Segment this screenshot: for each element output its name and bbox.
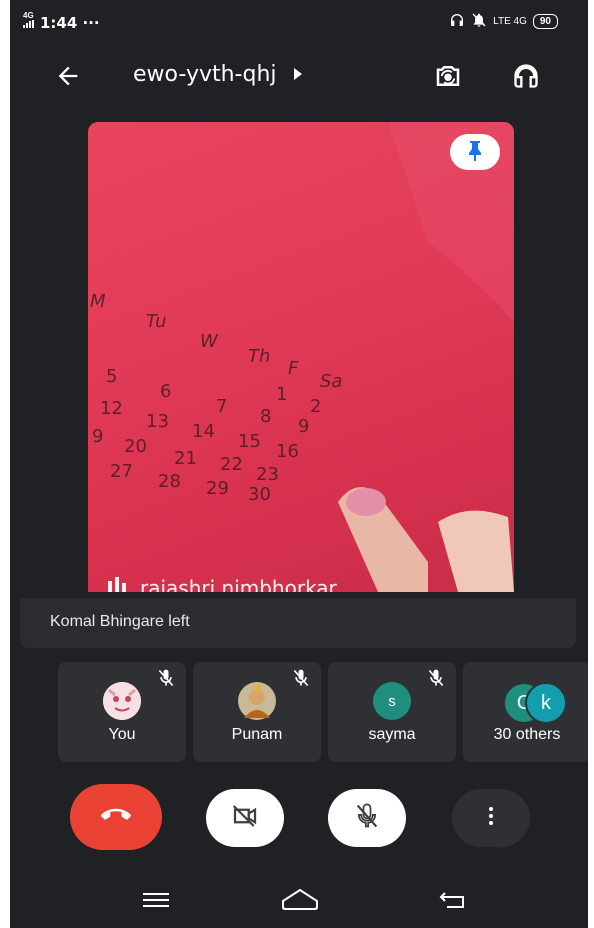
svg-text:W: W xyxy=(200,331,219,352)
camera-toggle-button[interactable] xyxy=(206,789,284,847)
svg-text:6: 6 xyxy=(160,381,171,402)
svg-text:12: 12 xyxy=(100,398,123,419)
participant-tile-you[interactable]: You xyxy=(58,662,186,762)
notifications-off-icon xyxy=(471,12,487,31)
mic-off-icon xyxy=(353,802,381,835)
headphones-status-icon xyxy=(449,12,465,31)
switch-camera-icon[interactable] xyxy=(428,56,468,96)
participant-name: rajashri nimbhorkar xyxy=(140,576,337,592)
svg-text:23: 23 xyxy=(256,464,279,485)
end-call-button[interactable] xyxy=(70,784,162,850)
svg-text:Sa: Sa xyxy=(320,371,342,392)
svg-text:20: 20 xyxy=(124,436,147,457)
svg-text:21: 21 xyxy=(174,448,197,469)
participant-label: 30 others xyxy=(493,726,561,743)
audio-level-icon xyxy=(108,576,126,592)
status-bar: 4G 1:44 ··· LTE 4G 90 xyxy=(10,0,588,46)
svg-text:1: 1 xyxy=(276,384,287,405)
headphones-icon[interactable] xyxy=(506,56,546,96)
svg-text:8: 8 xyxy=(260,406,271,427)
svg-text:15: 15 xyxy=(238,431,261,452)
mic-off-icon xyxy=(426,668,446,693)
pin-button[interactable] xyxy=(450,134,500,170)
participant-strip: You Punam s sayma C k 30 others xyxy=(58,662,588,762)
toast-message: Komal Bhingare left xyxy=(50,613,190,630)
chevron-right-icon xyxy=(292,62,304,87)
main-video-feed[interactable]: M Tu W Th F Sa 5 6 7 8 1 2 12 13 14 15 1… xyxy=(88,122,514,592)
battery-indicator: 90 xyxy=(532,14,558,29)
mic-off-icon xyxy=(291,668,311,693)
svg-text:5: 5 xyxy=(106,366,117,387)
pin-icon xyxy=(465,139,485,166)
svg-text:27: 27 xyxy=(110,461,133,482)
back-arrow-icon[interactable] xyxy=(50,58,86,94)
svg-text:14: 14 xyxy=(192,421,215,442)
avatar-letter: k xyxy=(541,691,551,714)
end-call-icon xyxy=(101,800,131,835)
svg-text:Tu: Tu xyxy=(146,311,167,332)
avatar xyxy=(103,682,141,720)
svg-text:Th: Th xyxy=(248,346,270,367)
menu-nav-icon[interactable] xyxy=(140,886,172,914)
participant-tile-others[interactable]: C k 30 others xyxy=(463,662,588,762)
more-vert-icon xyxy=(479,804,503,833)
avatar: k xyxy=(525,682,567,724)
phone-screen: 4G 1:44 ··· LTE 4G 90 ewo-yvth-qhj M Tu … xyxy=(10,0,588,928)
system-nav-bar xyxy=(10,872,588,928)
participant-label: You xyxy=(108,726,136,743)
svg-text:30: 30 xyxy=(248,484,271,505)
status-right: LTE 4G 90 xyxy=(449,12,558,31)
lte-indicator: LTE 4G xyxy=(493,16,527,27)
network-indicator: 4G xyxy=(23,12,37,30)
participant-label: Punam xyxy=(231,726,283,743)
svg-text:7: 7 xyxy=(216,396,227,417)
svg-text:13: 13 xyxy=(146,411,169,432)
video-content: M Tu W Th F Sa 5 6 7 8 1 2 12 13 14 15 1… xyxy=(90,122,514,592)
status-time: 1:44 ··· xyxy=(40,14,100,32)
home-nav-icon[interactable] xyxy=(280,884,320,914)
participant-tile-punam[interactable]: Punam xyxy=(193,662,321,762)
notification-toast: Komal Bhingare left xyxy=(20,598,576,648)
mic-toggle-button[interactable] xyxy=(328,789,406,847)
more-options-button[interactable] xyxy=(452,789,530,847)
svg-text:9: 9 xyxy=(298,416,309,437)
svg-text:16: 16 xyxy=(276,441,299,462)
camera-off-icon xyxy=(230,801,260,836)
svg-text:22: 22 xyxy=(220,454,243,475)
participant-tile-sayma[interactable]: s sayma xyxy=(328,662,456,762)
avatar-letter: s xyxy=(388,692,396,710)
meeting-title[interactable]: ewo-yvth-qhj xyxy=(133,62,304,87)
svg-text:28: 28 xyxy=(158,471,181,492)
back-nav-icon[interactable] xyxy=(436,886,470,914)
avatar xyxy=(238,682,276,720)
svg-text:29: 29 xyxy=(206,478,229,499)
avatar: s xyxy=(373,682,411,720)
svg-text:9: 9 xyxy=(92,426,103,447)
meeting-code: ewo-yvth-qhj xyxy=(133,62,277,87)
participant-label: sayma xyxy=(368,726,416,743)
svg-text:F: F xyxy=(288,358,299,379)
mic-off-icon xyxy=(156,668,176,693)
svg-text:2: 2 xyxy=(310,396,321,417)
video-name-overlay: rajashri nimbhorkar xyxy=(108,576,337,592)
svg-text:M: M xyxy=(90,291,106,312)
